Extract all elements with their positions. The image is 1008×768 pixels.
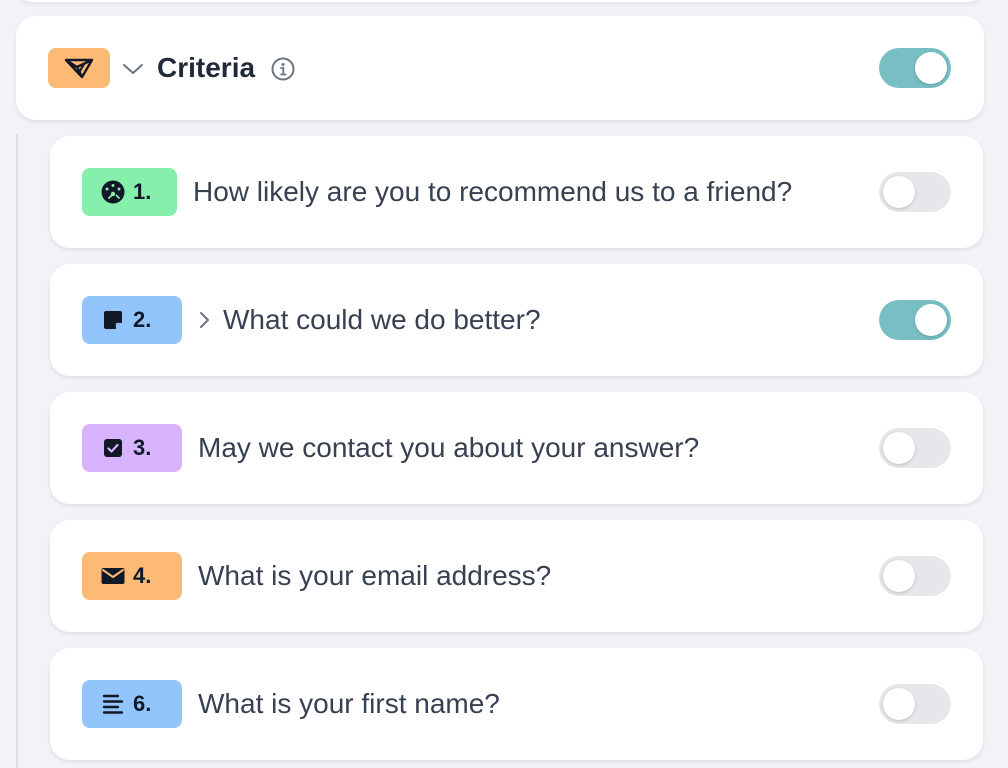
envelope-icon	[99, 562, 127, 590]
toggle-knob	[883, 688, 915, 720]
question-card-1[interactable]: 1. How likely are you to recommend us to…	[50, 136, 983, 248]
question-number: 1.	[133, 179, 152, 204]
question-card-3[interactable]: 3. May we contact you about your answer?	[50, 392, 983, 504]
question-text: May we contact you about your answer?	[198, 432, 700, 463]
question-badge: 1.	[82, 168, 177, 216]
group-badge	[48, 48, 110, 88]
toggle-knob	[883, 432, 915, 464]
question-badge: 4.	[82, 552, 182, 600]
toggle-knob	[883, 560, 915, 592]
sticky-note-icon	[99, 306, 127, 334]
group-toggle[interactable]	[879, 48, 951, 88]
question-toggle[interactable]	[879, 684, 951, 724]
toggle-knob	[915, 52, 947, 84]
question-text: What could we do better?	[223, 304, 541, 335]
question-number: 2.	[133, 307, 152, 332]
question-card-6[interactable]: 6. What is your first name?	[50, 648, 983, 760]
previous-card-edge	[16, 0, 984, 2]
question-text: How likely are you to recommend us to a …	[193, 176, 793, 207]
question-card-4[interactable]: 4. What is your email address?	[50, 520, 983, 632]
chevron-right-icon[interactable]	[196, 310, 212, 330]
toggle-knob	[883, 176, 915, 208]
question-toggle[interactable]	[879, 428, 951, 468]
question-card-2[interactable]: 2. What could we do better?	[50, 264, 983, 376]
chevron-down-icon[interactable]	[120, 58, 146, 80]
group-title: Criteria	[157, 52, 256, 83]
toggle-knob	[915, 304, 947, 336]
tree-connector-line	[16, 134, 18, 768]
info-icon[interactable]	[270, 56, 296, 87]
question-number: 4.	[133, 563, 152, 588]
question-number: 6.	[133, 691, 152, 716]
question-badge: 3.	[82, 424, 182, 472]
question-text: What is your first name?	[198, 688, 500, 719]
survey-logic-panel: Criteria 1. How likely are you to recomm…	[0, 0, 1008, 768]
text-lines-icon	[99, 690, 127, 718]
question-toggle[interactable]	[879, 556, 951, 596]
question-toggle[interactable]	[879, 300, 951, 340]
question-badge: 6.	[82, 680, 182, 728]
gauge-icon	[99, 178, 127, 206]
criteria-group-card[interactable]: Criteria	[16, 16, 984, 120]
question-toggle[interactable]	[879, 172, 951, 212]
question-number: 3.	[133, 435, 152, 460]
checkbox-icon	[99, 434, 127, 462]
question-badge: 2.	[82, 296, 182, 344]
paper-plane-icon	[63, 55, 95, 81]
question-text: What is your email address?	[198, 560, 552, 591]
